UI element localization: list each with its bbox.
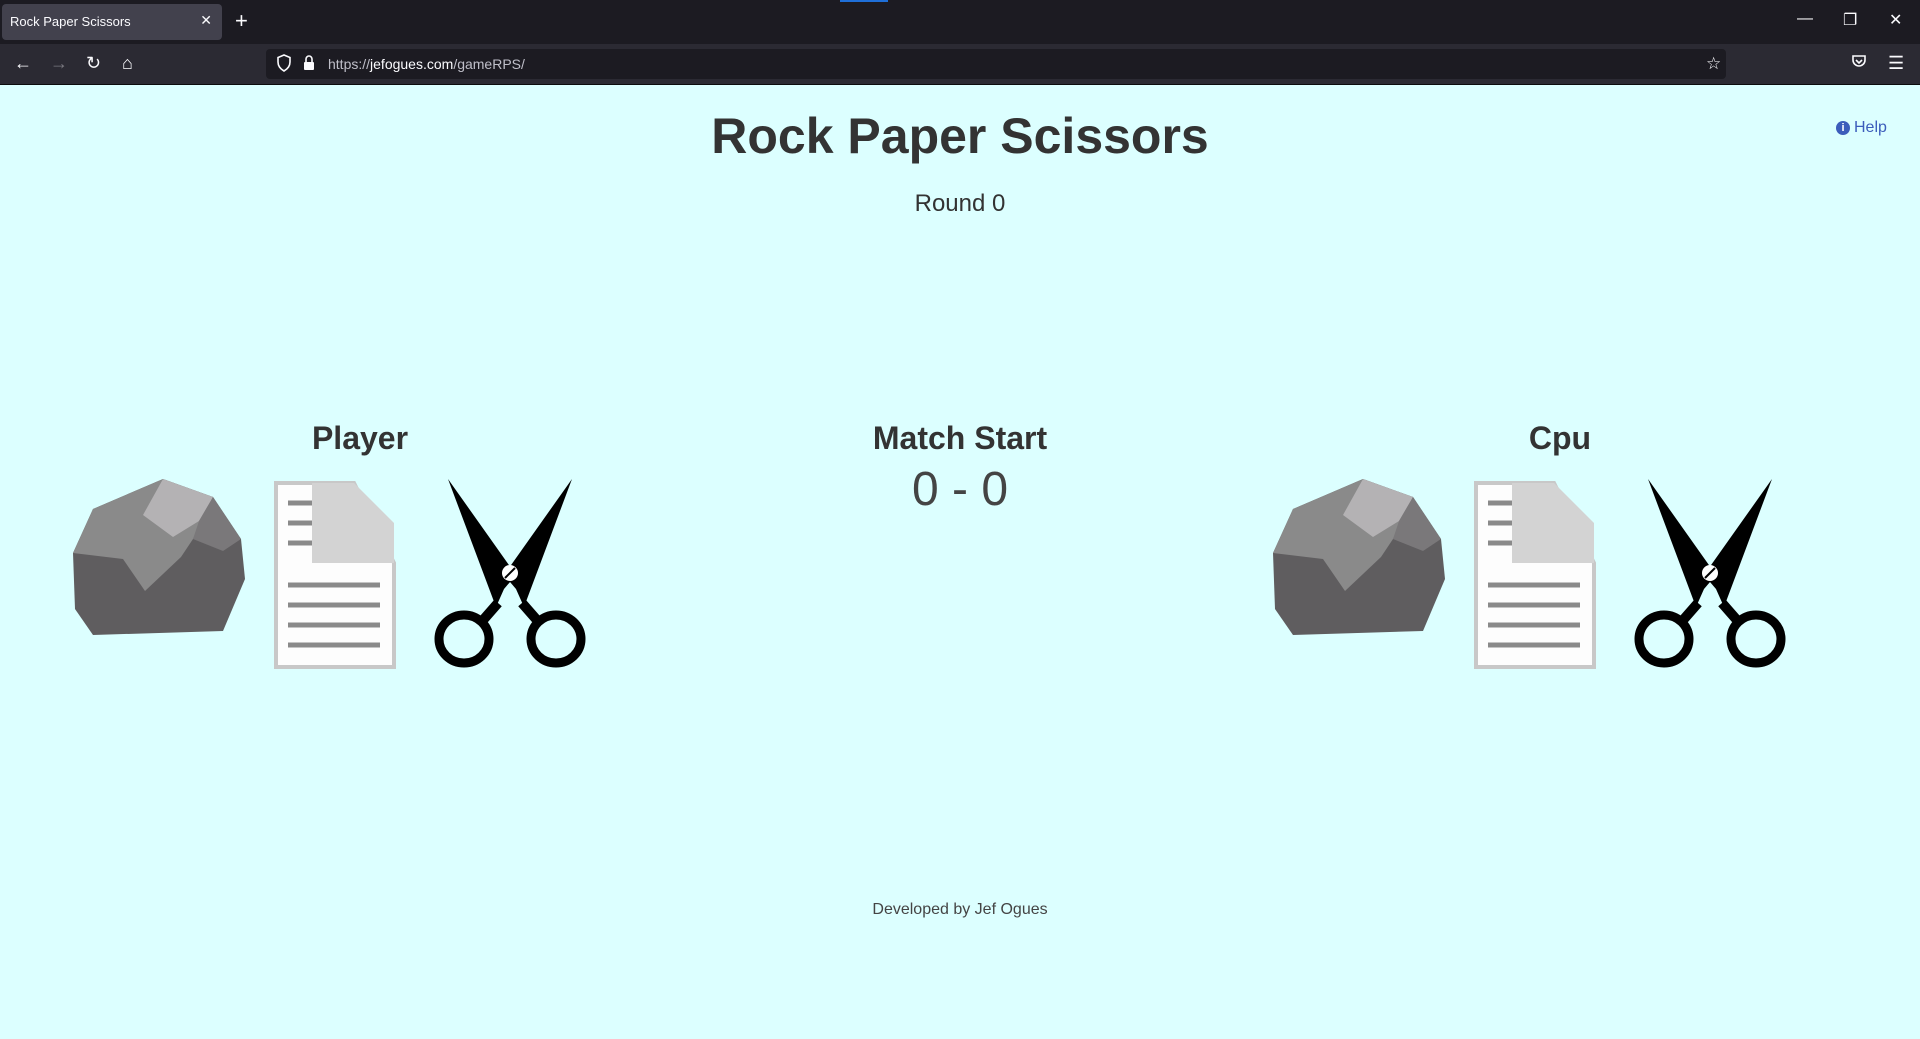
page-title: Rock Paper Scissors xyxy=(711,108,1209,164)
game-page: Rock Paper Scissors Round 0 i Help Player… xyxy=(0,85,1920,1039)
paper-icon xyxy=(274,481,396,669)
player-label: Player xyxy=(311,420,409,456)
pocket-icon[interactable] xyxy=(1851,52,1867,74)
scissors-icon xyxy=(1634,479,1786,668)
tab-close-icon[interactable]: ✕ xyxy=(200,12,212,29)
menu-icon[interactable]: ☰ xyxy=(1888,52,1904,74)
home-icon[interactable]: ⌂ xyxy=(122,52,133,74)
browser-tab[interactable]: Rock Paper Scissors ✕ xyxy=(2,4,222,40)
player-scissors-button[interactable] xyxy=(434,479,586,676)
url-scheme: https:// xyxy=(328,56,371,72)
help-label: Help xyxy=(1854,119,1887,136)
scissors-icon xyxy=(434,479,586,668)
url-host: jefogues.com xyxy=(370,56,454,72)
bookmark-star-icon[interactable]: ☆ xyxy=(1706,54,1721,74)
new-tab-button[interactable]: + xyxy=(235,8,248,34)
tab-title: Rock Paper Scissors xyxy=(10,14,131,29)
close-window-icon[interactable]: ✕ xyxy=(1889,10,1902,30)
cpu-label: Cpu xyxy=(1528,420,1592,456)
forward-icon[interactable]: → xyxy=(50,52,68,74)
status-text: Match Start xyxy=(872,420,1048,456)
player-paper-button[interactable] xyxy=(274,481,396,674)
reload-icon[interactable]: ↻ xyxy=(86,52,101,74)
back-icon[interactable]: ← xyxy=(14,52,32,74)
cpu-scissors-choice xyxy=(1634,479,1786,676)
lock-icon[interactable] xyxy=(302,54,316,76)
rock-icon xyxy=(1273,479,1445,635)
restore-icon[interactable]: ❐ xyxy=(1843,10,1857,30)
browser-navbar: ← → ↻ ⌂ https://jefogues.com/gameRPS/ ☆ … xyxy=(0,44,1920,85)
cpu-rock-choice xyxy=(1273,479,1445,646)
rock-icon xyxy=(73,479,245,635)
player-rock-button[interactable] xyxy=(73,479,245,646)
round-counter: Round 0 xyxy=(914,190,1006,217)
shield-icon[interactable] xyxy=(276,54,292,76)
paper-icon xyxy=(1474,481,1596,669)
help-link[interactable]: i Help xyxy=(1836,119,1887,137)
info-icon: i xyxy=(1836,121,1850,135)
footer-credit: Developed by Jef Ogues xyxy=(872,901,1048,918)
url-path: /gameRPS/ xyxy=(453,56,525,72)
url-text[interactable]: https://jefogues.com/gameRPS/ xyxy=(328,56,525,72)
browser-tabbar: Rock Paper Scissors ✕ + — ❐ ✕ xyxy=(0,0,1920,44)
tab-indicator xyxy=(840,0,888,2)
cpu-paper-choice xyxy=(1474,481,1596,674)
url-bar[interactable]: https://jefogues.com/gameRPS/ ☆ xyxy=(266,49,1726,79)
minimize-icon[interactable]: — xyxy=(1797,10,1813,28)
